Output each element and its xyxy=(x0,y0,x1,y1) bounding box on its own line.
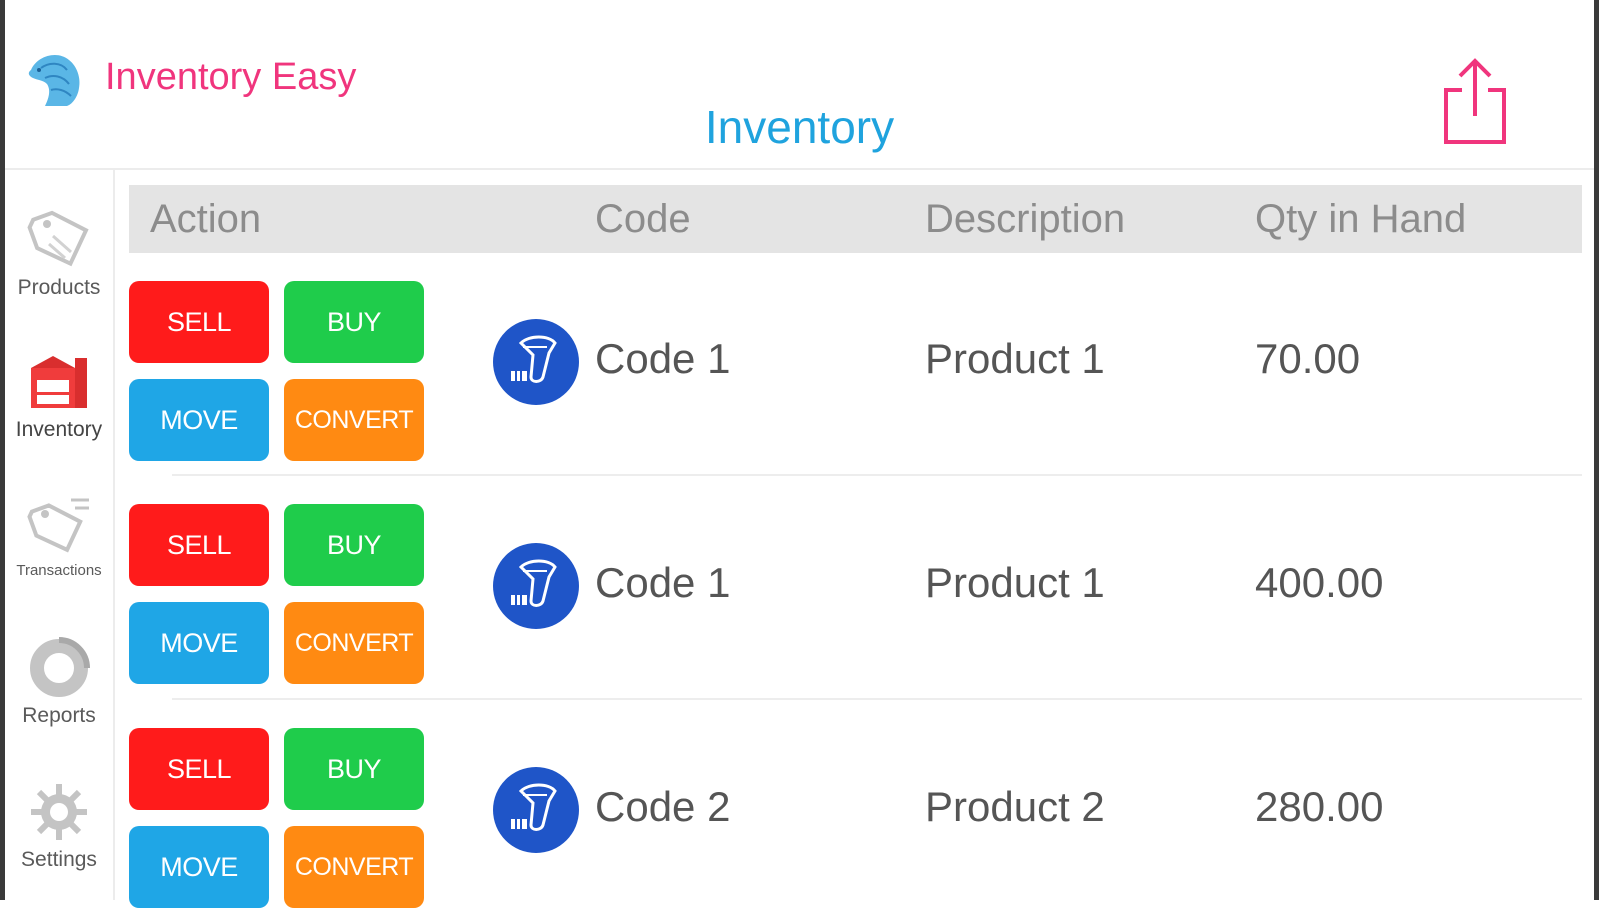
qty-cell: 280.00 xyxy=(1255,783,1384,830)
sidebar-item-settings[interactable]: Settings xyxy=(5,780,113,872)
brand-name: Inventory Easy xyxy=(105,56,357,98)
sell-button[interactable]: SELL xyxy=(129,504,269,586)
table-row: SELL BUY MOVE CONVERT Code 2 Product 2 2… xyxy=(129,701,1582,908)
sidebar: Products Inventory Transactions Reports xyxy=(5,170,115,900)
sidebar-item-reports[interactable]: Reports xyxy=(5,636,113,728)
move-button[interactable]: MOVE xyxy=(129,826,269,908)
buy-button[interactable]: BUY xyxy=(284,728,424,810)
column-header-qty: Qty in Hand xyxy=(1255,197,1467,241)
move-button[interactable]: MOVE xyxy=(129,602,269,684)
convert-button[interactable]: CONVERT xyxy=(284,379,424,461)
convert-button[interactable]: CONVERT xyxy=(284,826,424,908)
barcode-scanner-icon[interactable] xyxy=(493,543,579,629)
sidebar-item-transactions[interactable]: Transactions xyxy=(5,494,113,579)
code-cell: Code 2 xyxy=(595,783,731,830)
qty-cell: 400.00 xyxy=(1255,559,1384,606)
donut-chart-icon xyxy=(30,637,90,697)
column-header-description: Description xyxy=(925,197,1126,241)
barcode-scanner-icon[interactable] xyxy=(493,767,579,853)
move-button[interactable]: MOVE xyxy=(129,379,269,461)
description-cell: Product 1 xyxy=(925,335,1105,382)
sidebar-item-label: Transactions xyxy=(16,562,102,579)
qty-cell: 70.00 xyxy=(1255,335,1361,382)
table-header: Action Code Description Qty in Hand xyxy=(129,185,1582,253)
gear-icon xyxy=(31,784,87,840)
header: Inventory Easy Inventory xyxy=(5,0,1594,170)
row-divider xyxy=(172,698,1582,700)
sidebar-item-products[interactable]: Products xyxy=(5,206,113,300)
sidebar-item-label: Products xyxy=(17,276,101,299)
tag-list-icon xyxy=(27,498,89,553)
description-cell: Product 2 xyxy=(925,783,1105,830)
table-row: SELL BUY MOVE CONVERT Code 1 Product 1 7… xyxy=(129,253,1582,477)
description-cell: Product 1 xyxy=(925,559,1105,606)
horse-logo-icon xyxy=(28,55,80,106)
column-header-code: Code xyxy=(595,197,691,241)
sell-button[interactable]: SELL xyxy=(129,728,269,810)
table-row: SELL BUY MOVE CONVERT Code 1 Product 1 4… xyxy=(129,477,1582,701)
barcode-scanner-icon[interactable] xyxy=(493,319,579,405)
convert-button[interactable]: CONVERT xyxy=(284,602,424,684)
sidebar-item-label: Settings xyxy=(21,848,97,871)
sidebar-item-label: Reports xyxy=(22,704,96,727)
tag-icon xyxy=(27,210,89,267)
page-title: Inventory xyxy=(704,101,895,153)
column-header-action: Action xyxy=(150,197,262,241)
code-cell: Code 1 xyxy=(595,335,731,382)
warehouse-icon xyxy=(31,356,87,408)
window-frame-right xyxy=(1594,0,1599,900)
sidebar-item-label: Inventory xyxy=(15,418,103,441)
sell-button[interactable]: SELL xyxy=(129,281,269,363)
share-icon[interactable] xyxy=(1442,56,1508,146)
row-divider xyxy=(172,474,1582,476)
code-cell: Code 1 xyxy=(595,559,731,606)
buy-button[interactable]: BUY xyxy=(284,504,424,586)
buy-button[interactable]: BUY xyxy=(284,281,424,363)
sidebar-item-inventory[interactable]: Inventory xyxy=(5,350,113,442)
